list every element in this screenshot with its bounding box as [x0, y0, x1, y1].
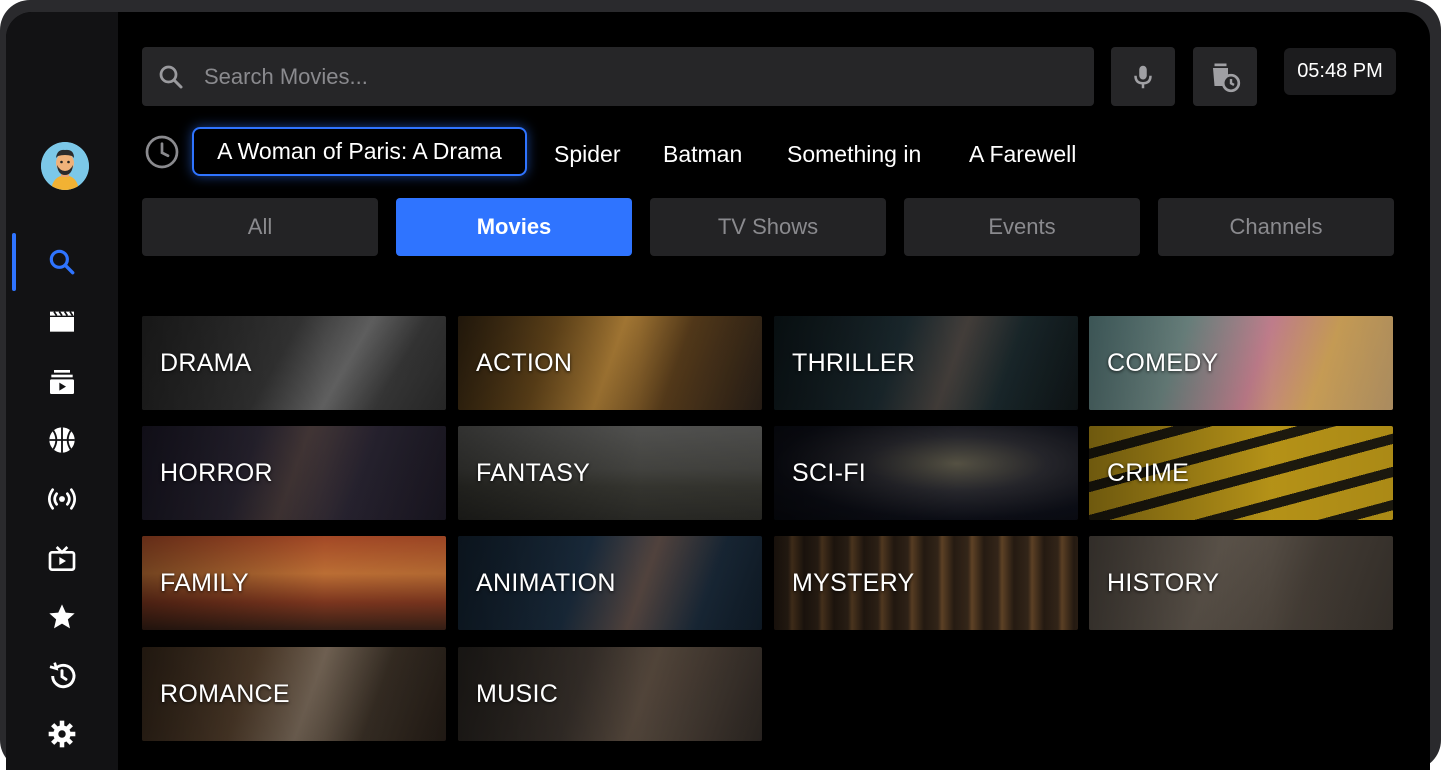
genre-label: CRIME — [1107, 458, 1190, 487]
genre-tile-romance[interactable]: ROMANCE — [142, 647, 446, 741]
tab-channels[interactable]: Channels — [1158, 198, 1394, 256]
search-bar[interactable] — [142, 47, 1094, 106]
sidebar-item-settings[interactable] — [6, 712, 118, 756]
recent-search-chip[interactable]: Spider — [554, 132, 620, 176]
recent-search-chip[interactable]: Something in — [787, 132, 921, 176]
avatar[interactable] — [41, 142, 89, 190]
genre-label: DRAMA — [160, 348, 252, 377]
sidebar-item-favorites[interactable] — [6, 595, 118, 639]
recent-search-chip[interactable]: A Woman of Paris: A Drama — [192, 127, 527, 176]
tab-all[interactable]: All — [142, 198, 378, 256]
tv-icon — [48, 546, 76, 571]
clapperboard-icon — [50, 311, 74, 332]
genre-tile-comedy[interactable]: COMEDY — [1089, 316, 1393, 410]
sidebar-item-library[interactable] — [6, 360, 118, 404]
genre-tile-sci-fi[interactable]: SCI-FI — [774, 426, 1078, 520]
genre-tile-history[interactable]: HISTORY — [1089, 536, 1393, 630]
search-icon — [49, 249, 75, 275]
genre-tile-crime[interactable]: CRIME — [1089, 426, 1393, 520]
genre-label: ANIMATION — [476, 568, 616, 597]
history-icon — [49, 662, 76, 689]
genre-label: THRILLER — [792, 348, 916, 377]
genre-label: ROMANCE — [160, 679, 290, 708]
genre-tile-action[interactable]: ACTION — [458, 316, 762, 410]
genre-label: SCI-FI — [792, 458, 867, 487]
sidebar-item-history[interactable] — [6, 654, 118, 698]
genre-label: FAMILY — [160, 568, 249, 597]
genre-tile-animation[interactable]: ANIMATION — [458, 536, 762, 630]
genre-tile-music[interactable]: MUSIC — [458, 647, 762, 741]
clear-history-button[interactable] — [1193, 47, 1257, 106]
voice-search-button[interactable] — [1111, 47, 1175, 106]
star-icon — [49, 604, 75, 629]
genre-label: HORROR — [160, 458, 273, 487]
sidebar-item-live[interactable] — [6, 477, 118, 521]
app-screen: 05:48 PM A Woman of Paris: A Drama Spide… — [6, 12, 1430, 770]
tab-events[interactable]: Events — [904, 198, 1140, 256]
search-input[interactable] — [202, 62, 1094, 91]
clock-display: 05:48 PM — [1284, 48, 1396, 95]
genre-tile-drama[interactable]: DRAMA — [142, 316, 446, 410]
sidebar-item-tv[interactable] — [6, 537, 118, 581]
play-library-icon — [50, 370, 74, 394]
delete-history-icon — [1213, 63, 1241, 92]
gear-icon — [48, 720, 76, 748]
genre-tile-horror[interactable]: HORROR — [142, 426, 446, 520]
genre-label: HISTORY — [1107, 568, 1220, 597]
tab-tv-shows[interactable]: TV Shows — [650, 198, 886, 256]
genre-tile-mystery[interactable]: MYSTERY — [774, 536, 1078, 630]
genre-label: FANTASY — [476, 458, 591, 487]
recent-search-chip[interactable]: Batman — [663, 132, 742, 176]
sidebar-item-search[interactable] — [6, 240, 118, 284]
sidebar-item-movies[interactable] — [6, 299, 118, 343]
search-icon — [159, 65, 183, 88]
device-frame: 05:48 PM A Woman of Paris: A Drama Spide… — [0, 0, 1441, 770]
genre-tile-family[interactable]: FAMILY — [142, 536, 446, 630]
tab-movies[interactable]: Movies — [396, 198, 632, 256]
recent-searches-icon — [145, 135, 179, 169]
microphone-icon — [1134, 65, 1152, 88]
genre-label: COMEDY — [1107, 348, 1219, 377]
sidebar-item-sports[interactable] — [6, 418, 118, 462]
genre-label: ACTION — [476, 348, 573, 377]
recent-search-chip[interactable]: A Farewell — [969, 132, 1076, 176]
basketball-icon — [49, 427, 75, 453]
genre-label: MUSIC — [476, 679, 559, 708]
broadcast-icon — [48, 488, 76, 510]
genre-tile-fantasy[interactable]: FANTASY — [458, 426, 762, 520]
genre-tile-thriller[interactable]: THRILLER — [774, 316, 1078, 410]
sidebar — [6, 12, 118, 770]
genre-label: MYSTERY — [792, 568, 915, 597]
